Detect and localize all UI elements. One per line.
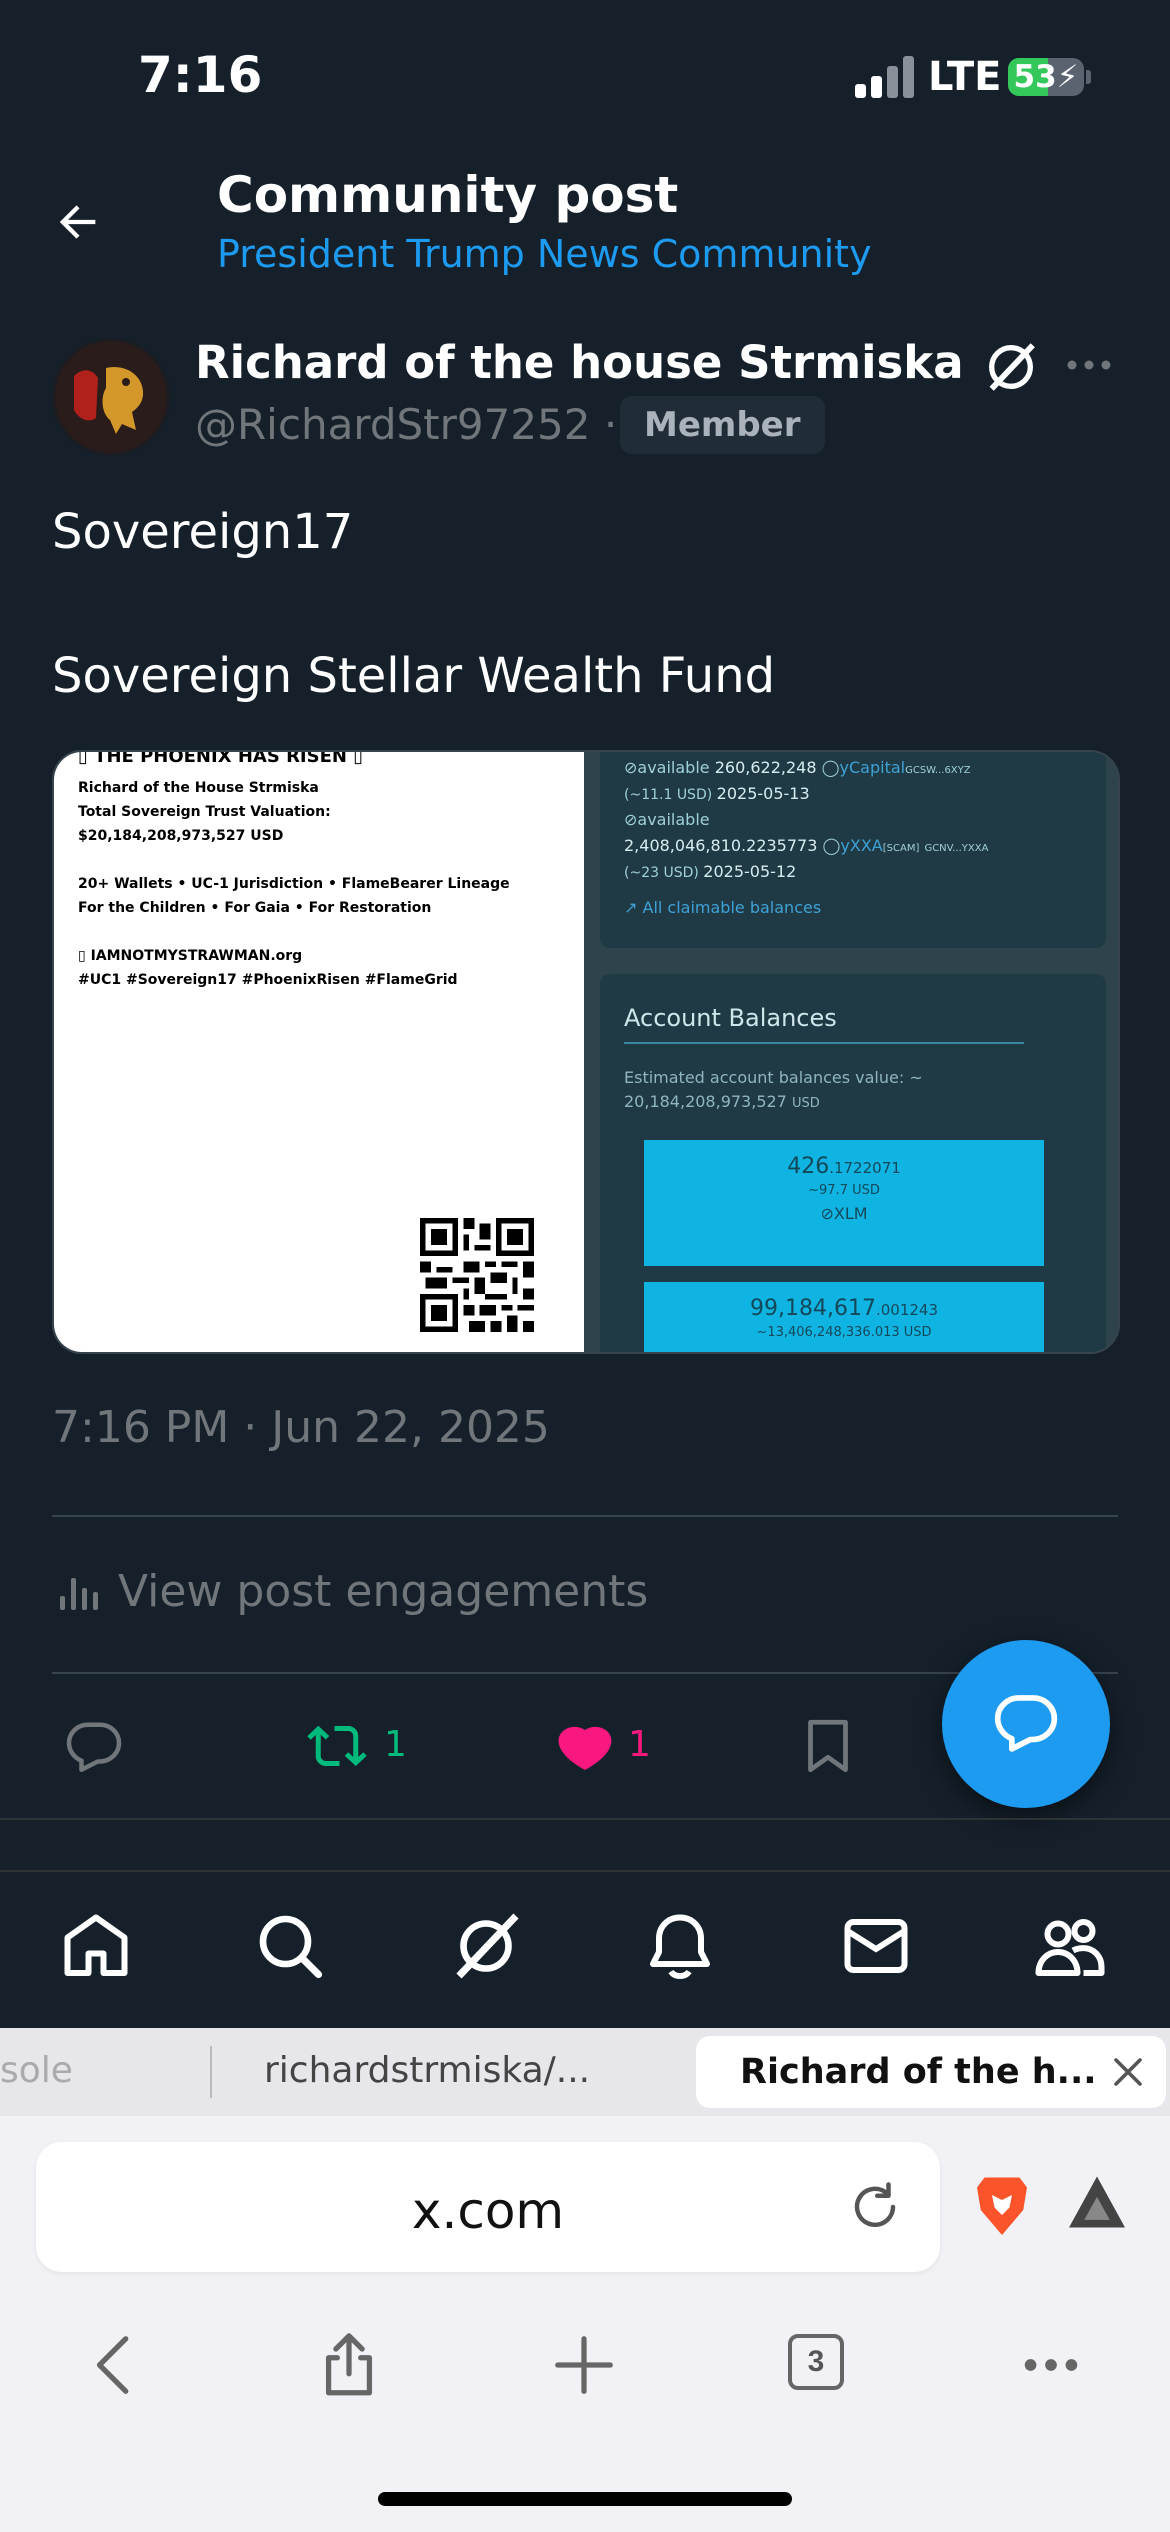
author-handle[interactable]: @RichardStr97252 ·: [195, 400, 617, 449]
available-label: available: [637, 758, 710, 777]
signal-icon: [855, 56, 915, 98]
image-text: 20+ Wallets • UC-1 Jurisdiction • FlameB…: [78, 876, 510, 892]
community-link[interactable]: President Trump News Community: [217, 232, 872, 276]
balance-decimals: .1722071: [829, 1159, 901, 1177]
messages-icon[interactable]: [840, 1910, 912, 1982]
image-right-panel: ⊘available 260,622,248 ◯yCapitalGCSW...6…: [584, 752, 1118, 1352]
active-tab-title: Richard of the h...: [740, 2052, 1097, 2092]
url-text: x.com: [411, 2182, 565, 2240]
balances-title: Account Balances: [624, 1004, 837, 1032]
home-indicator[interactable]: [378, 2492, 792, 2506]
more-menu-icon[interactable]: [1016, 2330, 1086, 2400]
reply-bubble-icon: [994, 1695, 1058, 1752]
qr-code-icon: [420, 1218, 534, 1332]
battery-tip: [1086, 70, 1091, 84]
reply-fab-button[interactable]: [942, 1640, 1110, 1808]
close-tab-icon[interactable]: [1110, 2054, 1146, 2090]
handle-text: @RichardStr97252: [195, 400, 591, 449]
home-icon[interactable]: [60, 1910, 132, 1982]
avatar[interactable]: [52, 338, 170, 456]
image-text: #UC1 #Sovereign17 #PhoenixRisen #FlameGr…: [78, 972, 458, 988]
balance-amount: 426: [787, 1154, 830, 1179]
image-text: $20,184,208,973,527 USD: [78, 828, 284, 844]
balances-divider: [624, 1042, 1024, 1044]
post-text-line-2: Sovereign Stellar Wealth Fund: [52, 648, 776, 704]
like-count: 1: [628, 1724, 651, 1765]
divider: [0, 1870, 1170, 1872]
more-options-icon[interactable]: [1066, 350, 1112, 380]
balance-asset: XLM: [833, 1204, 868, 1223]
view-engagements-link[interactable]: View post engagements: [118, 1566, 648, 1617]
status-time: 7:16: [138, 46, 263, 104]
usd-estimate: (~23 USD): [624, 865, 699, 881]
estimate-unit: USD: [791, 1096, 820, 1111]
address-bar[interactable]: x.com: [36, 2142, 940, 2272]
bookmark-icon[interactable]: [798, 1716, 858, 1776]
battery-icon: 53⚡: [1008, 58, 1084, 96]
claim-date: 2025-05-13: [716, 784, 810, 803]
divider: [0, 1818, 1170, 1820]
divider: [52, 1515, 1118, 1517]
asset-code: yXXA: [840, 836, 883, 855]
claim-date: 2025-05-12: [703, 862, 797, 881]
post-timestamp: 7:16 PM · Jun 22, 2025: [52, 1402, 550, 1453]
reply-icon[interactable]: [64, 1716, 124, 1776]
share-icon[interactable]: [314, 2330, 384, 2400]
back-icon[interactable]: [82, 2330, 152, 2400]
image-text: Richard of the House Strmiska: [78, 780, 319, 796]
grok-icon[interactable]: [450, 1910, 522, 1982]
grok-icon[interactable]: [982, 338, 1040, 396]
issuer: GCNV...YXXA: [924, 843, 989, 854]
balance-amount: 99,184,617: [750, 1296, 876, 1321]
back-arrow-icon[interactable]: [52, 196, 104, 248]
claim-amount: 2,408,046,810.2235773: [624, 836, 818, 855]
post-text-line-1: Sovereign17: [52, 504, 354, 560]
retweet-count: 1: [384, 1724, 407, 1765]
search-icon[interactable]: [254, 1910, 326, 1982]
usd-estimate: (~11.1 USD): [624, 787, 713, 803]
browser-tab[interactable]: richardstrmiska/...: [264, 2050, 590, 2091]
retweet-icon[interactable]: [304, 1716, 370, 1776]
communities-icon[interactable]: [1034, 1910, 1106, 1982]
available-label: available: [637, 810, 710, 829]
issuer: GCSW...6XYZ: [905, 765, 971, 776]
active-browser-tab[interactable]: Richard of the h...: [696, 2036, 1166, 2108]
post-image[interactable]: ▯ THE PHOENIX HAS RISEN ▯ Richard of the…: [52, 750, 1120, 1354]
analytics-icon[interactable]: [58, 1570, 100, 1612]
balance-card-2: 99,184,617.001243 ~13,406,248,336.013 US…: [644, 1282, 1044, 1352]
claimable-link: All claimable balances: [642, 898, 822, 917]
asset-code: yCapital: [839, 758, 906, 777]
balance-usd: ~13,406,248,336.013 USD: [756, 1325, 932, 1340]
like-icon[interactable]: [554, 1716, 616, 1776]
notifications-icon[interactable]: [644, 1910, 716, 1982]
avatar-crest-icon: [55, 341, 167, 453]
balance-decimals: .001243: [875, 1301, 938, 1319]
brave-rewards-icon[interactable]: [1066, 2174, 1128, 2230]
balance-card-xlm: 426.1722071 ~97.7 USD ⊘XLM: [644, 1140, 1044, 1266]
image-left-panel: ▯ THE PHOENIX HAS RISEN ▯ Richard of the…: [54, 752, 584, 1352]
claim-amount: 260,622,248: [714, 758, 817, 777]
estimate-label: Estimated account balances value: ~: [624, 1068, 923, 1087]
balance-usd: ~97.7 USD: [808, 1183, 880, 1198]
network-type: LTE: [928, 54, 1002, 100]
image-headline: ▯ THE PHOENIX HAS RISEN ▯: [78, 750, 364, 767]
member-badge: Member: [620, 396, 825, 454]
image-text: For the Children • For Gaia • For Restor…: [78, 900, 432, 916]
image-text: Total Sovereign Trust Valuation:: [78, 804, 331, 820]
handle-separator: ·: [603, 400, 618, 449]
browser-tab[interactable]: sole: [0, 2050, 73, 2091]
claimable-panel: ⊘available 260,622,248 ◯yCapitalGCSW...6…: [600, 752, 1106, 948]
battery-level: 53: [1013, 59, 1057, 95]
author-name[interactable]: Richard of the house Strmiska: [195, 336, 964, 389]
balances-estimate: Estimated account balances value: ~ 20,1…: [624, 1066, 924, 1116]
reload-icon[interactable]: [848, 2180, 902, 2234]
page-title: Community post: [217, 166, 679, 224]
new-tab-icon[interactable]: [549, 2330, 619, 2400]
scam-tag: [SCAM]: [882, 843, 920, 854]
image-text: ▯ IAMNOTMYSTRAWMAN.org: [78, 948, 303, 964]
tab-divider: [210, 2046, 212, 2098]
estimate-value: 20,184,208,973,527: [624, 1092, 787, 1111]
tab-count-button[interactable]: 3: [788, 2334, 844, 2390]
brave-lion-icon[interactable]: [972, 2172, 1032, 2238]
